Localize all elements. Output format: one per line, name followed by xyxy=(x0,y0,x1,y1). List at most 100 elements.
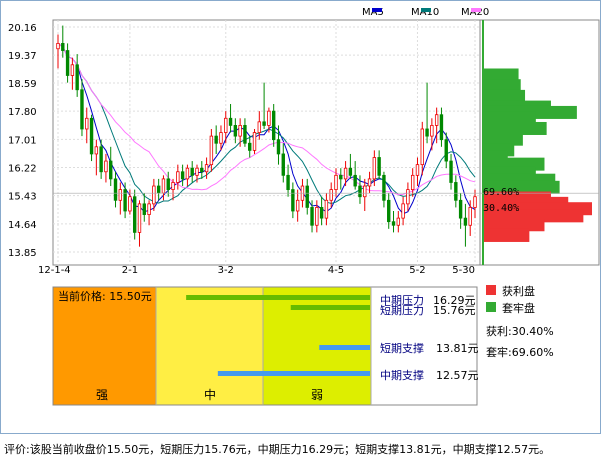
candle-body xyxy=(406,189,410,205)
candle-body xyxy=(434,114,439,126)
candle-body xyxy=(104,160,108,173)
candle-body xyxy=(209,135,214,166)
candle-body xyxy=(195,167,199,176)
candle-body xyxy=(161,178,166,194)
level-value-short-support: 13.81元 xyxy=(436,342,479,355)
y-tick-label: 20.16 xyxy=(8,23,37,34)
candle-body xyxy=(396,217,401,226)
candle-body xyxy=(99,146,103,173)
candle-body xyxy=(401,203,405,219)
profit-ratio-label: 获利:30.40% xyxy=(486,325,554,338)
price-plot-area xyxy=(52,19,481,266)
zone-weak-label: 弱 xyxy=(311,388,323,402)
profit-chip-bar xyxy=(484,228,530,242)
level-name-mid-support: 中期支撑 xyxy=(380,368,424,382)
level-bar-short-support xyxy=(319,345,370,350)
candle-body xyxy=(449,160,453,183)
candle-body xyxy=(252,132,257,151)
candle-body xyxy=(118,189,123,201)
zone-strong-label: 强 xyxy=(96,388,108,402)
legend-ma20-swatch xyxy=(471,8,481,12)
candle-body xyxy=(61,43,65,51)
candle-body xyxy=(382,174,386,201)
candle-body xyxy=(334,174,338,190)
zone-medium-label: 中 xyxy=(204,387,216,402)
candle-body xyxy=(262,121,266,126)
level-value-short-pressure: 15.76元 xyxy=(433,304,476,317)
y-tick-label: 13.85 xyxy=(8,248,37,259)
candle-body xyxy=(171,182,175,190)
candle-body xyxy=(271,110,276,141)
candle-body xyxy=(372,157,377,180)
candle-body xyxy=(295,199,300,212)
candle-body xyxy=(243,125,247,144)
trapped-percent-tag: 69.60% xyxy=(483,187,519,198)
candle-body xyxy=(291,189,295,212)
y-axis-ticks: 20.16 19.37 18.59 17.80 17.01 16.22 15.43 14.64… xyxy=(8,23,37,259)
candle-body xyxy=(315,207,319,226)
candle-body xyxy=(329,189,333,201)
candle-body xyxy=(70,64,75,76)
candle-body xyxy=(142,203,146,215)
y-tick-label: 17.80 xyxy=(8,107,37,118)
candle-body xyxy=(233,125,238,137)
level-name-short-support: 短期支撑 xyxy=(380,341,424,355)
profit-legend-label: 获利盘 xyxy=(502,284,535,298)
candle-body xyxy=(123,189,127,212)
current-price-label: 当前价格: 15.50元 xyxy=(58,289,152,303)
y-tick-label: 18.59 xyxy=(8,79,37,90)
legend-ma10-swatch xyxy=(421,8,431,12)
candle-body xyxy=(473,196,477,208)
y-tick-label: 14.64 xyxy=(8,220,37,231)
y-tick-label: 17.01 xyxy=(8,135,37,146)
y-tick-label: 16.22 xyxy=(8,163,37,174)
candle-body xyxy=(324,199,329,219)
candle-body xyxy=(257,121,262,133)
candle-body xyxy=(339,174,343,180)
candle-body xyxy=(367,178,372,187)
candle-body xyxy=(343,167,348,180)
x-tick-label: 5-30 xyxy=(452,265,475,276)
candle-body xyxy=(185,167,190,180)
candle-body xyxy=(219,132,223,144)
candle-body xyxy=(463,217,468,226)
candle-body xyxy=(319,207,324,219)
candle-body xyxy=(276,139,281,155)
candle-body xyxy=(358,185,362,198)
candle-body xyxy=(85,117,89,130)
candle-body xyxy=(267,110,271,126)
candle-body xyxy=(248,142,252,151)
x-tick-label: 5-2 xyxy=(409,265,425,276)
candle-body xyxy=(214,135,218,144)
candle-body xyxy=(156,185,161,194)
profit-swatch xyxy=(486,285,496,295)
candle-body xyxy=(152,185,156,205)
candle-body xyxy=(391,221,396,226)
candle-body xyxy=(310,207,314,226)
x-tick-label: 12-1-4 xyxy=(38,265,71,276)
candle-body xyxy=(454,182,458,201)
x-tick-label: 3-2 xyxy=(218,265,234,276)
candle-body xyxy=(377,157,381,176)
candle-body xyxy=(468,207,472,226)
candle-body xyxy=(224,117,228,133)
candle-body xyxy=(415,164,420,176)
candle-body xyxy=(430,125,434,137)
candle-body xyxy=(137,203,142,233)
chart-root: MA5 MA10 MA20 20.16 19.37 18.59 17.80 17.01 1… xyxy=(0,0,601,456)
trapped-swatch xyxy=(486,302,496,312)
trapped-ratio-label: 套牢:69.60% xyxy=(486,345,554,359)
candle-body xyxy=(109,160,113,180)
candle-body xyxy=(166,178,170,190)
candle-body xyxy=(363,185,367,198)
candle-body xyxy=(420,128,424,166)
ma-legend: MA5 MA10 MA20 xyxy=(362,7,489,18)
candle-body xyxy=(228,117,233,126)
candle-body xyxy=(132,196,137,233)
candle-body xyxy=(204,164,209,173)
candle-body xyxy=(286,174,290,190)
level-value-mid-support: 12.57元 xyxy=(436,369,479,382)
candle-body xyxy=(94,146,99,155)
candle-body xyxy=(176,171,180,183)
level-bar-short-pressure xyxy=(290,305,370,310)
